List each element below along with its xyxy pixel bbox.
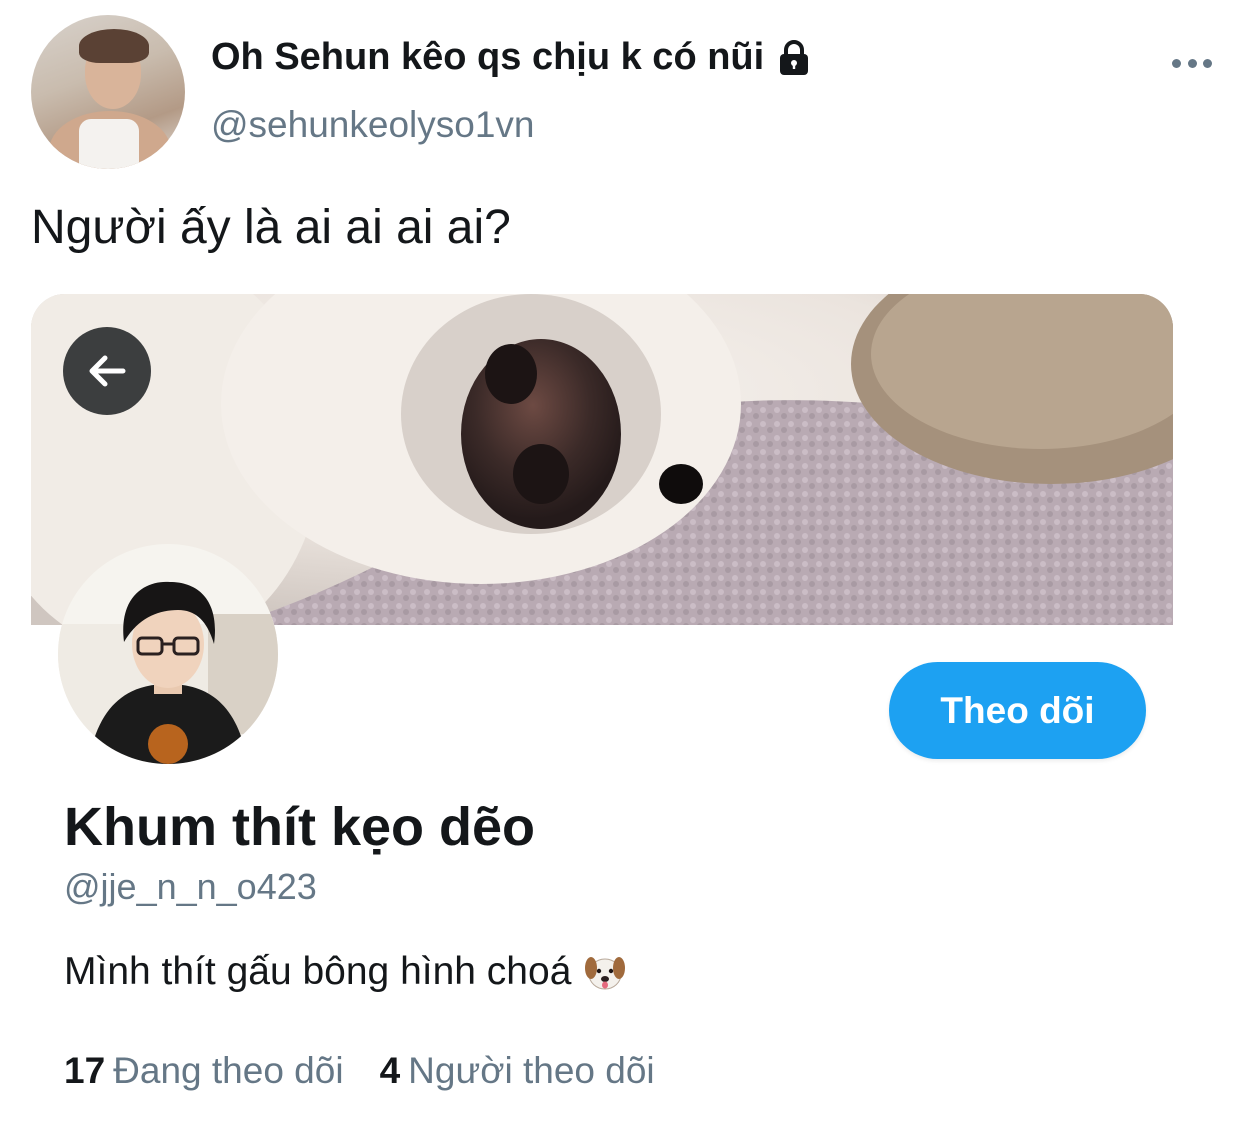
more-dot — [1203, 58, 1212, 68]
profile-stats: 17 Đang theo dõi 4 Người theo dõi — [64, 1050, 655, 1092]
following-label: Đang theo dõi — [113, 1050, 344, 1091]
back-button[interactable] — [63, 327, 151, 415]
avatar-shirt — [79, 119, 139, 169]
followers-count: 4 — [379, 1050, 401, 1091]
author-name[interactable]: Oh Sehun kêo qs chịu k có nũi — [211, 36, 764, 79]
more-dot — [1172, 58, 1181, 68]
author-name-row[interactable]: Oh Sehun kêo qs chịu k có nũi — [211, 36, 814, 79]
follow-button[interactable]: Theo dõi — [889, 662, 1146, 759]
profile-avatar[interactable] — [58, 544, 278, 764]
profile-avatar-image — [58, 544, 278, 764]
author-avatar[interactable] — [31, 15, 185, 169]
dog-face-icon — [583, 950, 627, 994]
following-stat[interactable]: 17 Đang theo dõi — [64, 1050, 344, 1092]
profile-bio: Mình thít gấu bông hình choá — [64, 950, 627, 994]
profile-handle[interactable]: @jje_n_n_o423 — [64, 866, 317, 908]
followers-label: Người theo dõi — [408, 1050, 655, 1091]
avatar-hair — [79, 29, 149, 63]
profile-name[interactable]: Khum thít kẹo dẽo — [64, 796, 535, 858]
followers-stat[interactable]: 4 Người theo dõi — [380, 1050, 655, 1092]
more-dot — [1187, 58, 1197, 68]
author-handle[interactable]: @sehunkeolyso1vn — [211, 104, 534, 146]
tweet-text: Người ấy là ai ai ai ai? — [31, 201, 511, 254]
more-icon[interactable] — [1172, 48, 1212, 78]
following-count: 17 — [64, 1050, 106, 1091]
arrow-left-icon — [89, 355, 126, 387]
profile-bio-text: Mình thít gấu bông hình choá — [64, 950, 572, 993]
lock-icon — [774, 38, 814, 78]
